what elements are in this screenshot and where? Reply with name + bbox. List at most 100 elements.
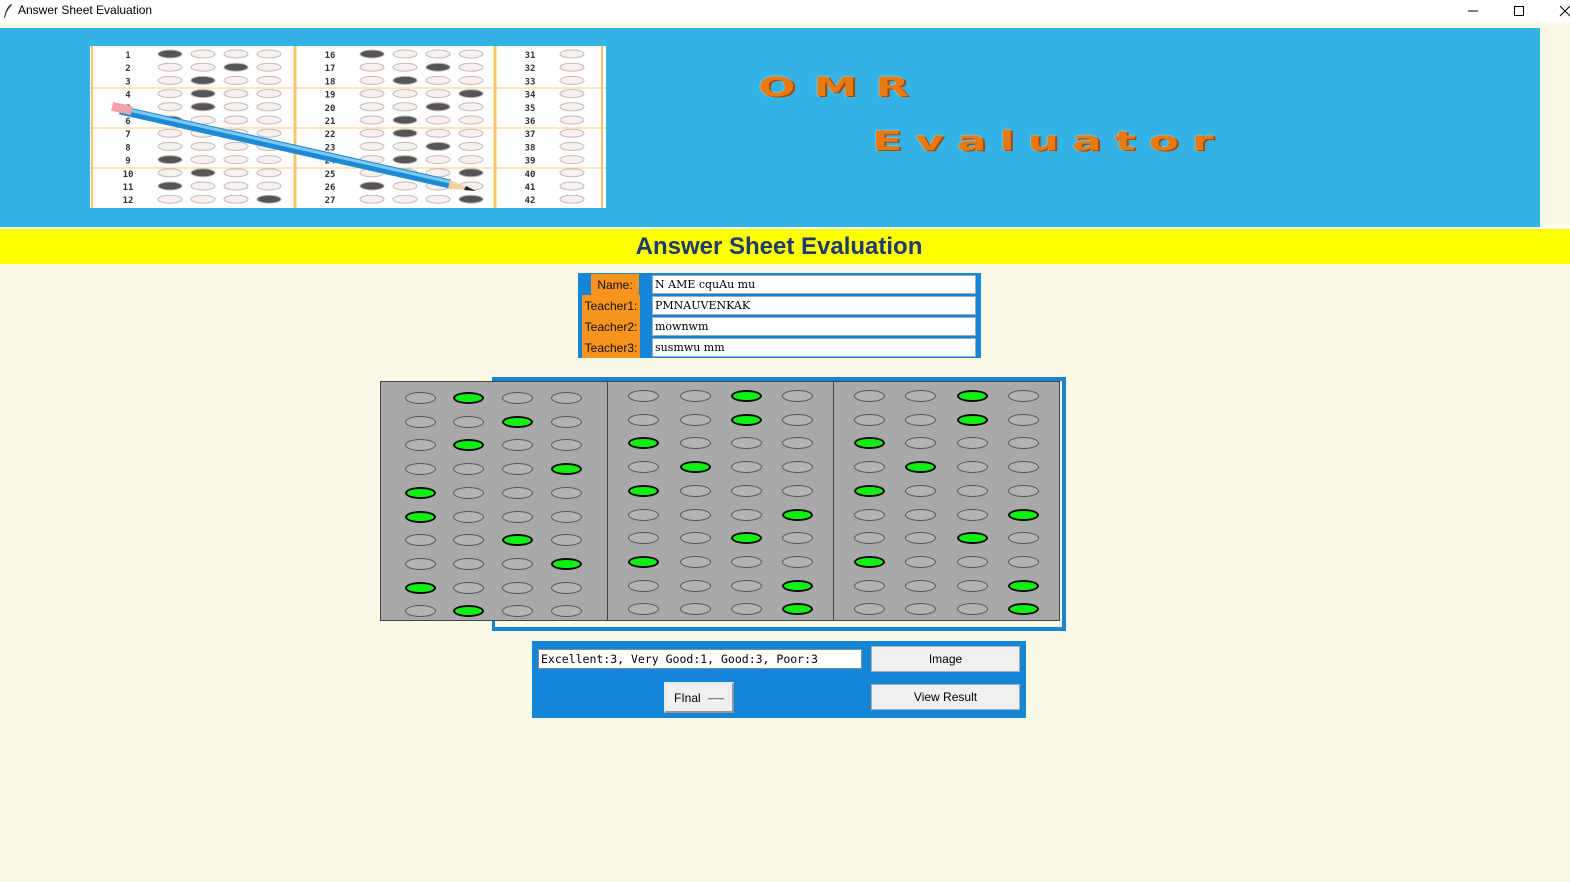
- answer-bubble: [957, 390, 988, 402]
- answer-bubble: [628, 390, 659, 402]
- answer-bubble: [628, 508, 659, 521]
- answer-bubble: [502, 534, 533, 547]
- teacher1-field[interactable]: PMNAUVENKAK: [652, 296, 976, 315]
- svg-text:10: 10: [123, 170, 134, 180]
- answer-bubble: [957, 508, 988, 521]
- answer-bubble: [551, 392, 582, 404]
- answer-bubble: [905, 390, 936, 402]
- teacher3-label: Teacher3:: [582, 337, 640, 358]
- answer-bubble: [628, 532, 659, 545]
- banner-edge: [1540, 22, 1570, 227]
- answer-bubble: [731, 603, 762, 616]
- omr-grid-section-2: [607, 381, 835, 621]
- answer-bubble: [405, 510, 436, 523]
- answer-bubble: [551, 557, 582, 570]
- answer-bubble: [405, 581, 436, 594]
- answer-bubble: [1008, 484, 1039, 497]
- answer-bubble: [628, 579, 659, 592]
- answer-bubble: [957, 603, 988, 616]
- logo-evaluator-text: Evaluator: [872, 126, 1227, 157]
- omr-sheet-drawing: 1234567891011121617181920212223242526273…: [90, 46, 606, 208]
- answer-bubble: [680, 461, 711, 474]
- page-title: Answer Sheet Evaluation: [635, 232, 923, 260]
- svg-text:22: 22: [325, 130, 336, 140]
- answer-bubble: [405, 605, 436, 618]
- teacher3-field[interactable]: susmwu mm: [652, 338, 976, 357]
- svg-text:4: 4: [125, 91, 131, 101]
- svg-text:3: 3: [125, 77, 130, 87]
- answer-bubble: [731, 437, 762, 450]
- answer-bubble: [551, 534, 582, 547]
- answer-bubble: [453, 510, 484, 523]
- answer-bubble: [1008, 532, 1039, 545]
- answer-bubble: [628, 413, 659, 426]
- answer-bubble: [957, 555, 988, 568]
- answer-bubble: [731, 532, 762, 545]
- image-button[interactable]: Image: [871, 646, 1020, 672]
- view-result-button[interactable]: View Result: [871, 684, 1020, 710]
- answer-bubble: [551, 510, 582, 523]
- svg-text:31: 31: [525, 51, 536, 61]
- answer-bubble: [453, 463, 484, 476]
- answer-bubble: [680, 484, 711, 497]
- answer-bubble: [957, 579, 988, 592]
- answer-bubble: [905, 413, 936, 426]
- answer-bubble: [405, 392, 436, 404]
- svg-text:40: 40: [525, 170, 536, 180]
- svg-text:12: 12: [123, 196, 134, 206]
- answer-bubble: [782, 603, 813, 616]
- answer-bubble: [680, 579, 711, 592]
- answer-bubble: [782, 532, 813, 545]
- mode-select[interactable]: FInal: [664, 682, 734, 713]
- student-info-form: Name: N AME cquAu mu Teacher1: PMNAUVENK…: [578, 273, 981, 358]
- window-titlebar: Answer Sheet Evaluation: [0, 0, 1570, 22]
- answer-bubble: [957, 437, 988, 450]
- answer-bubble: [405, 439, 436, 452]
- answer-bubble: [680, 555, 711, 568]
- answer-bubble: [405, 534, 436, 547]
- answer-bubble: [782, 555, 813, 568]
- omr-sheet-illustration: 1234567891011121617181920212223242526273…: [90, 46, 606, 208]
- answer-bubble: [854, 603, 885, 616]
- answer-bubble: [680, 437, 711, 450]
- svg-text:7: 7: [125, 130, 130, 140]
- name-field[interactable]: N AME cquAu mu: [652, 275, 976, 294]
- teacher2-label: Teacher2:: [582, 316, 640, 337]
- svg-text:1: 1: [125, 51, 130, 61]
- answer-bubble: [1008, 413, 1039, 426]
- close-button[interactable]: [1542, 0, 1570, 22]
- svg-text:42: 42: [525, 196, 536, 206]
- svg-text:18: 18: [325, 77, 336, 87]
- teacher2-field[interactable]: mownwm: [652, 317, 976, 336]
- answer-bubble: [905, 508, 936, 521]
- answer-bubble: [854, 484, 885, 497]
- page-heading-bar: Answer Sheet Evaluation: [0, 229, 1570, 264]
- maximize-button[interactable]: [1496, 0, 1542, 22]
- answer-bubble: [731, 579, 762, 592]
- answer-bubble: [782, 413, 813, 426]
- maximize-icon: [1514, 6, 1524, 16]
- answer-bubble: [905, 579, 936, 592]
- answer-bubble: [731, 555, 762, 568]
- evaluation-summary-field[interactable]: Excellent:3, Very Good:1, Good:3, Poor:3: [538, 649, 862, 669]
- answer-bubble: [854, 461, 885, 474]
- svg-text:27: 27: [325, 196, 336, 206]
- answer-bubble: [551, 581, 582, 594]
- answer-bubble: [405, 557, 436, 570]
- answer-bubble: [905, 484, 936, 497]
- answer-bubble: [957, 484, 988, 497]
- answer-bubble: [854, 579, 885, 592]
- svg-text:8: 8: [125, 143, 130, 153]
- answer-bubble: [628, 437, 659, 450]
- answer-bubble: [502, 557, 533, 570]
- answer-bubble: [628, 555, 659, 568]
- answer-bubble: [680, 603, 711, 616]
- answer-bubble: [1008, 579, 1039, 592]
- answer-bubble: [957, 532, 988, 545]
- answer-bubble: [502, 439, 533, 452]
- minimize-button[interactable]: [1450, 0, 1496, 22]
- evaluation-controls: Excellent:3, Very Good:1, Good:3, Poor:3…: [532, 641, 1026, 718]
- svg-text:2: 2: [125, 64, 130, 74]
- svg-text:11: 11: [123, 183, 134, 193]
- answer-bubble: [731, 484, 762, 497]
